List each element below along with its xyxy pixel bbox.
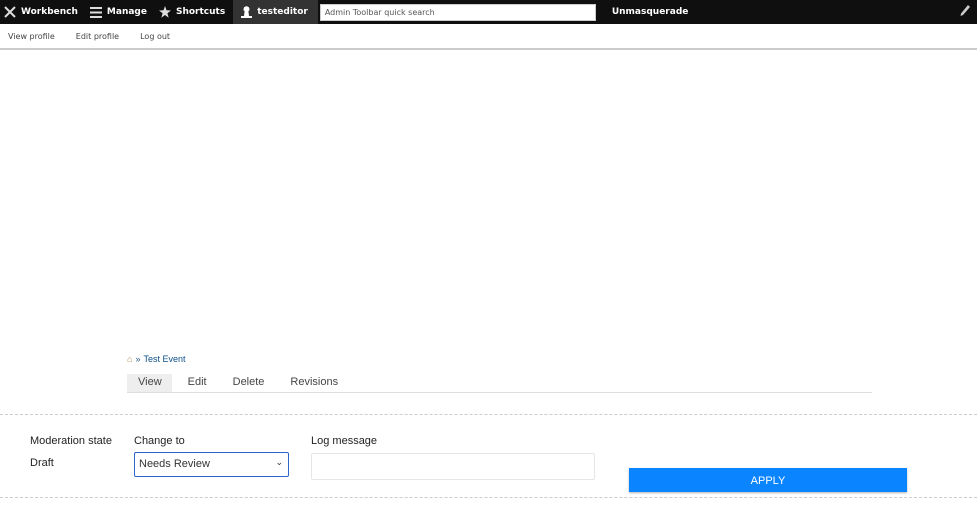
- local-tasks-tabs: View Edit Delete Revisions: [127, 374, 872, 393]
- tab-revisions[interactable]: Revisions: [279, 374, 348, 392]
- tab-delete[interactable]: Delete: [222, 374, 275, 392]
- star-icon: [158, 6, 171, 18]
- chevron-down-icon: ⌄: [275, 457, 283, 467]
- log-message-label: Log message: [311, 435, 378, 447]
- user-tray: View profile Edit profile Log out: [0, 24, 977, 50]
- toolbar-unmasquerade-label: Unmasquerade: [611, 7, 689, 17]
- toolbar-shortcuts-label: Shortcuts: [175, 7, 226, 17]
- moderation-state-label: Moderation state: [30, 435, 112, 447]
- breadcrumb-current[interactable]: Test Event: [143, 354, 185, 364]
- home-icon[interactable]: ⌂: [127, 354, 132, 364]
- change-to-select[interactable]: Needs Review ⌄: [134, 452, 289, 477]
- tools-icon: [4, 6, 16, 18]
- toolbar-user-label: testeditor: [257, 7, 308, 17]
- toolbar-manage[interactable]: Manage: [86, 0, 155, 24]
- toolbar-manage-label: Manage: [106, 7, 147, 17]
- log-out-link[interactable]: Log out: [140, 32, 170, 41]
- tab-view[interactable]: View: [127, 374, 172, 392]
- view-profile-link[interactable]: View profile: [8, 32, 55, 41]
- log-message-input[interactable]: [311, 453, 595, 480]
- user-icon: [241, 6, 253, 18]
- toolbar-shortcuts[interactable]: Shortcuts: [155, 0, 233, 24]
- admin-toolbar-search-input[interactable]: [319, 3, 596, 21]
- apply-button[interactable]: APPLY: [629, 468, 907, 492]
- change-to-selected-value: Needs Review: [139, 458, 210, 470]
- breadcrumb: ⌂ » Test Event: [127, 354, 185, 364]
- toolbar-unmasquerade[interactable]: Unmasquerade: [608, 0, 697, 24]
- divider-bottom: [0, 497, 977, 498]
- toolbar-workbench-label: Workbench: [21, 7, 78, 17]
- tab-edit[interactable]: Edit: [177, 374, 217, 392]
- change-to-label: Change to: [134, 435, 185, 447]
- edit-profile-link[interactable]: Edit profile: [76, 32, 119, 41]
- divider-top: [0, 414, 977, 415]
- toolbar-workbench[interactable]: Workbench: [0, 0, 86, 24]
- moderation-state-value: Draft: [30, 457, 54, 469]
- breadcrumb-separator: »: [135, 354, 141, 364]
- menu-icon: [89, 6, 102, 18]
- pencil-icon[interactable]: [959, 4, 971, 18]
- toolbar-user[interactable]: testeditor: [233, 0, 318, 24]
- admin-toolbar: Workbench Manage Shortcuts testeditor Un…: [0, 0, 977, 24]
